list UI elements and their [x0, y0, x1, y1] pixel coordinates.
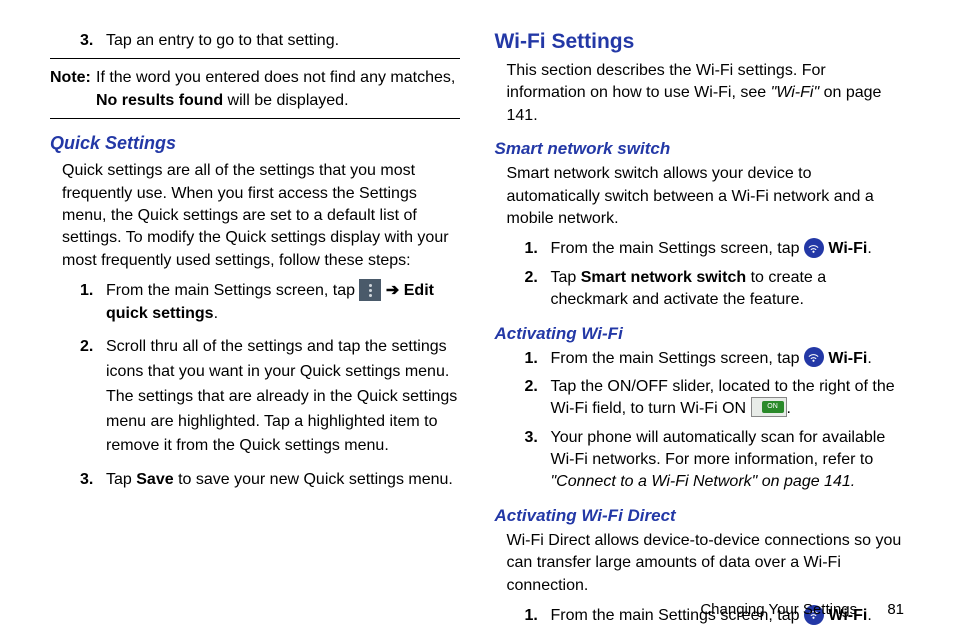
step-number: 1.: [80, 280, 106, 325]
note-text: If the word you entered does not find an…: [96, 69, 455, 86]
step-text: From the main Settings screen, tap Wi-Fi…: [551, 238, 905, 260]
note-bold: No results found: [96, 92, 223, 109]
note-block: Note: If the word you entered does not f…: [50, 67, 460, 112]
note-label: Note:: [50, 67, 96, 112]
step-text: Your phone will automatically scan for a…: [551, 427, 905, 494]
footer-section: Changing Your Settings: [700, 601, 857, 618]
step-number: 1.: [525, 348, 551, 370]
step-text: Tap Smart network switch to create a che…: [551, 267, 905, 312]
step-number: 2.: [525, 267, 551, 312]
step-text: From the main Settings screen, tap ➔ Edi…: [106, 280, 460, 325]
list-item: 3. Tap an entry to go to that setting.: [80, 30, 460, 52]
arrow-icon: ➔: [381, 282, 403, 299]
step-number: 3.: [80, 30, 106, 52]
wifi-direct-body: Wi-Fi Direct allows device-to-device con…: [507, 530, 905, 597]
text-fragment: From the main Settings screen, tap: [551, 240, 804, 257]
step-number: 1.: [525, 605, 551, 627]
bold-text: Smart network switch: [581, 269, 746, 286]
list-item: 2. Scroll thru all of the settings and t…: [80, 335, 460, 459]
italic-text: "Wi-Fi": [771, 84, 820, 101]
list-item: 2. Tap Smart network switch to create a …: [525, 267, 905, 312]
bold-text: Wi-Fi: [824, 350, 867, 367]
text-fragment: .: [787, 400, 791, 417]
list-item: 1. From the main Settings screen, tap Wi…: [525, 238, 905, 260]
step-number: 2.: [80, 335, 106, 459]
step-number: 2.: [525, 376, 551, 421]
page-footer: Changing Your Settings 81: [700, 601, 904, 618]
on-label: ON: [762, 401, 784, 413]
on-switch-icon: ON: [751, 397, 787, 417]
text-fragment: Tap: [551, 269, 581, 286]
bold-text: Wi-Fi: [824, 240, 867, 257]
list-item: 3. Your phone will automatically scan fo…: [525, 427, 905, 494]
smart-network-switch-body: Smart network switch allows your device …: [507, 163, 905, 230]
divider: [50, 118, 460, 119]
divider: [50, 58, 460, 59]
text-fragment: From the main Settings screen, tap: [551, 350, 804, 367]
step-text: Tap Save to save your new Quick settings…: [106, 469, 460, 491]
text-fragment: From the main Settings screen, tap: [106, 282, 359, 299]
text-fragment: .: [867, 240, 871, 257]
list-item: 1. From the main Settings screen, tap ➔ …: [80, 280, 460, 325]
step-text: Tap the ON/OFF slider, located to the ri…: [551, 376, 905, 421]
text-fragment: .: [867, 350, 871, 367]
step-text: From the main Settings screen, tap Wi-Fi…: [551, 348, 905, 370]
list-item: 1. From the main Settings screen, tap Wi…: [525, 348, 905, 370]
quick-settings-heading: Quick Settings: [50, 133, 460, 154]
text-fragment: to save your new Quick settings menu.: [174, 471, 453, 488]
wifi-settings-heading: Wi-Fi Settings: [495, 30, 905, 54]
wifi-icon: [804, 238, 824, 258]
left-column: 3. Tap an entry to go to that setting. N…: [50, 30, 460, 633]
step-number: 3.: [525, 427, 551, 494]
italic-text: "Connect to a Wi-Fi Network" on page 141…: [551, 473, 856, 490]
step-text: Scroll thru all of the settings and tap …: [106, 335, 460, 459]
note-content: If the word you entered does not find an…: [96, 67, 460, 112]
overflow-menu-icon: [359, 279, 381, 301]
bold-text: Save: [136, 471, 173, 488]
note-text-post: will be displayed.: [223, 92, 348, 109]
page-number: 81: [887, 601, 904, 618]
activating-wifi-direct-heading: Activating Wi-Fi Direct: [495, 506, 905, 526]
list-item: 2. Tap the ON/OFF slider, located to the…: [525, 376, 905, 421]
activating-wifi-heading: Activating Wi-Fi: [495, 324, 905, 344]
text-fragment: .: [214, 305, 218, 322]
text-fragment: Tap the ON/OFF slider, located to the ri…: [551, 378, 895, 417]
smart-network-switch-heading: Smart network switch: [495, 139, 905, 159]
right-column: Wi-Fi Settings This section describes th…: [495, 30, 905, 633]
quick-settings-body: Quick settings are all of the settings t…: [62, 160, 460, 272]
step-text: Tap an entry to go to that setting.: [106, 30, 460, 52]
step-number: 3.: [80, 469, 106, 491]
text-fragment: Your phone will automatically scan for a…: [551, 429, 886, 468]
text-fragment: Tap: [106, 471, 136, 488]
wifi-icon: [804, 347, 824, 367]
list-item: 3. Tap Save to save your new Quick setti…: [80, 469, 460, 491]
step-number: 1.: [525, 238, 551, 260]
wifi-settings-body: This section describes the Wi-Fi setting…: [507, 60, 905, 127]
